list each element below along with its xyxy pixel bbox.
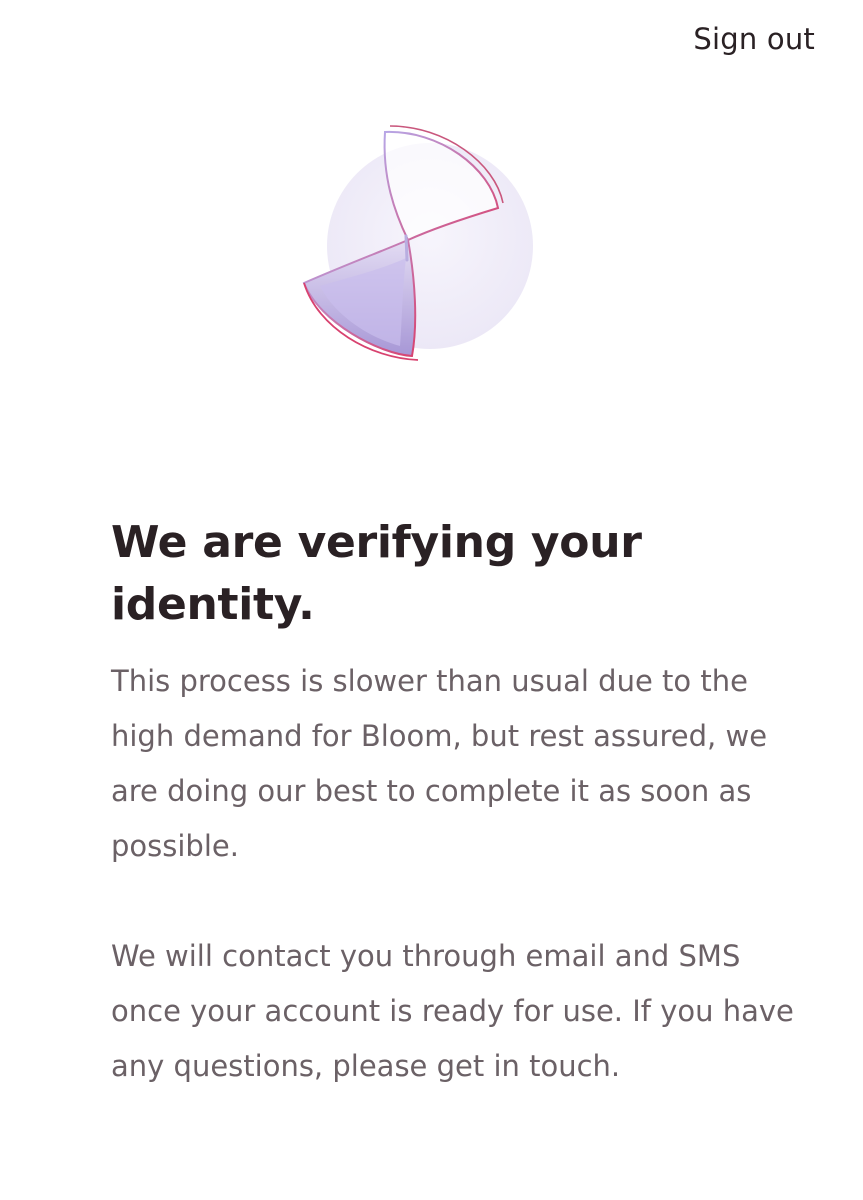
- hourglass-illustration: [290, 118, 560, 378]
- sign-out-button[interactable]: Sign out: [693, 22, 815, 56]
- hourglass-icon: [302, 125, 533, 361]
- info-paragraph-contact: We will contact you through email and SM…: [111, 939, 794, 1083]
- verification-message: We are verifying your identity. This pro…: [111, 512, 811, 1094]
- info-paragraph-delay: This process is slower than usual due to…: [111, 664, 768, 863]
- page-title: We are verifying your identity.: [111, 517, 642, 630]
